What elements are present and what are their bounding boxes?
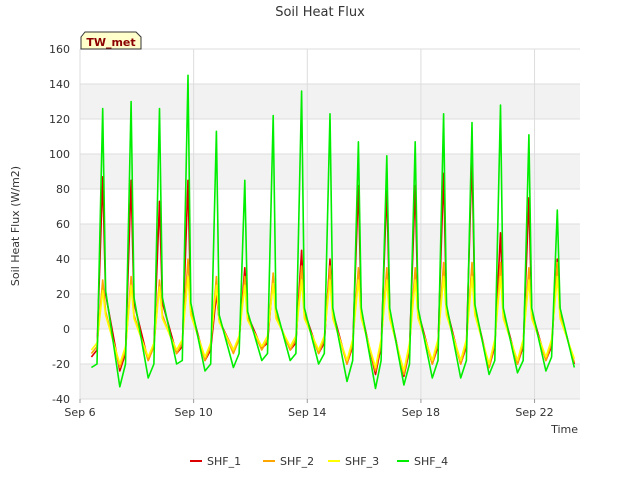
y-tick-label: 140 <box>49 78 70 91</box>
y-tick-label: 120 <box>49 113 70 126</box>
station-badge-label: TW_met <box>86 36 135 49</box>
grid-band <box>80 224 580 259</box>
legend: SHF_1 SHF_2 SHF_3 SHF_4 <box>190 455 448 468</box>
y-tick-label: 60 <box>56 218 70 231</box>
legend-label-shf-4: SHF_4 <box>414 455 448 468</box>
y-axis-label: Soil Heat Flux (W/m2) <box>9 166 22 286</box>
legend-label-shf-1: SHF_1 <box>207 455 241 468</box>
x-tick-label: Sep 14 <box>288 406 326 419</box>
y-tick-label: 40 <box>56 253 70 266</box>
y-tick-label: 80 <box>56 183 70 196</box>
y-tick-label: 100 <box>49 148 70 161</box>
legend-label-shf-2: SHF_2 <box>280 455 314 468</box>
grid-band <box>80 364 580 399</box>
y-tick-label: 160 <box>49 43 70 56</box>
y-axis-ticks: -40 -20 0 20 40 60 80 100 120 140 160 <box>49 43 70 406</box>
x-tick-label: Sep 10 <box>175 406 213 419</box>
x-tick-label: Sep 18 <box>402 406 440 419</box>
chart: Soil Heat Flux Soil Heat Flux (W/m2) Tim… <box>9 5 580 468</box>
x-axis-label: Time <box>550 423 578 436</box>
x-tick-label: Sep 22 <box>515 406 553 419</box>
y-tick-label: -40 <box>52 393 70 406</box>
x-axis-ticks: Sep 6 Sep 10 Sep 14 Sep 18 Sep 22 <box>64 399 554 419</box>
legend-label-shf-3: SHF_3 <box>345 455 379 468</box>
station-badge: TW_met <box>80 31 142 50</box>
y-tick-label: -20 <box>52 358 70 371</box>
x-tick-label: Sep 6 <box>64 406 95 419</box>
y-tick-label: 20 <box>56 288 70 301</box>
chart-title: Soil Heat Flux <box>275 5 365 20</box>
y-tick-label: 0 <box>63 323 70 336</box>
